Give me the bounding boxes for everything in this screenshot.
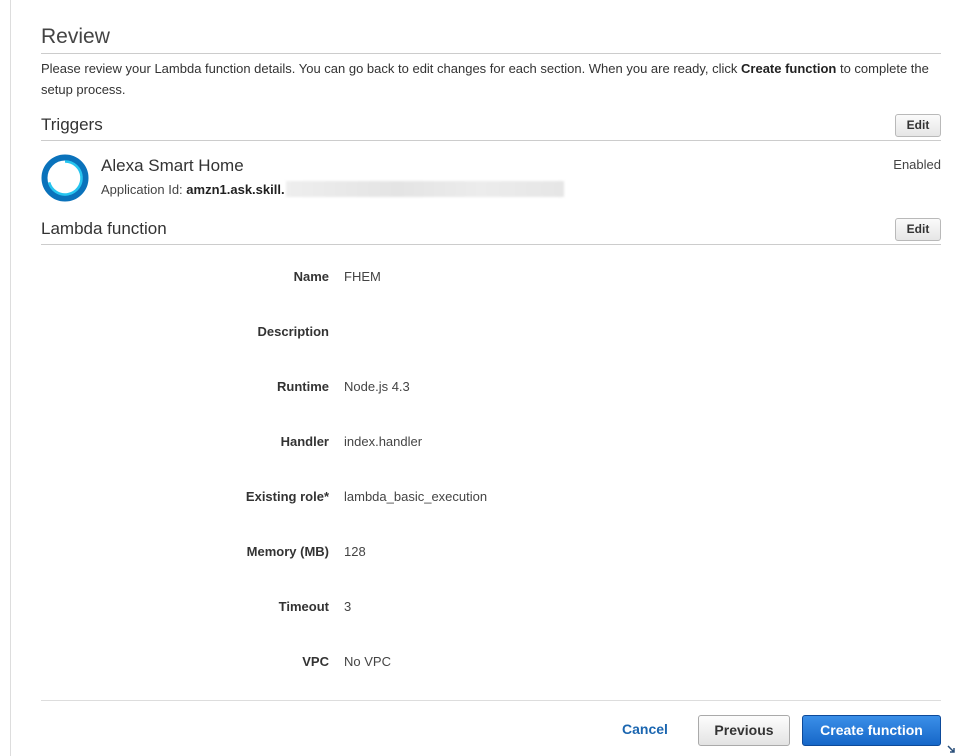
lambda-section-title: Lambda function bbox=[41, 219, 167, 238]
divider bbox=[41, 244, 941, 245]
detail-row-description: Description bbox=[41, 324, 941, 344]
detail-row-vpc: VPC No VPC bbox=[41, 654, 941, 674]
edit-triggers-button[interactable]: Edit bbox=[895, 114, 941, 137]
triggers-section-title: Triggers bbox=[41, 115, 103, 134]
divider bbox=[41, 140, 941, 141]
detail-value: Node.js 4.3 bbox=[344, 379, 410, 394]
trigger-name: Alexa Smart Home bbox=[101, 156, 244, 175]
alexa-ring-outer bbox=[41, 154, 89, 202]
create-function-button[interactable]: Create function bbox=[802, 715, 941, 746]
detail-value: 128 bbox=[344, 544, 366, 559]
detail-label: VPC bbox=[302, 654, 329, 669]
cancel-link[interactable]: Cancel bbox=[622, 721, 668, 737]
detail-value: lambda_basic_execution bbox=[344, 489, 488, 504]
trigger-status: Enabled bbox=[893, 157, 941, 172]
left-border-rule bbox=[10, 0, 11, 756]
alexa-ring-inner bbox=[47, 160, 83, 196]
detail-value: No VPC bbox=[344, 654, 391, 669]
detail-row-timeout: Timeout 3 bbox=[41, 599, 941, 619]
detail-label: Description bbox=[257, 324, 329, 339]
intro-text-bold: Create function bbox=[741, 61, 837, 76]
detail-label: Timeout bbox=[278, 599, 329, 614]
detail-value: index.handler bbox=[344, 434, 423, 449]
detail-label: Handler bbox=[280, 434, 329, 449]
edit-lambda-button[interactable]: Edit bbox=[895, 218, 941, 241]
resize-handle-icon[interactable] bbox=[946, 744, 956, 754]
detail-row-handler: Handler index.handler bbox=[41, 434, 941, 454]
detail-row-memory: Memory (MB) 128 bbox=[41, 544, 941, 564]
app-id-value: amzn1.ask.skill. bbox=[186, 182, 285, 197]
detail-row-runtime: Runtime Node.js 4.3 bbox=[41, 379, 941, 399]
redacted-app-id bbox=[285, 181, 564, 197]
detail-value: FHEM bbox=[344, 269, 381, 284]
divider bbox=[41, 700, 941, 701]
detail-value: 3 bbox=[344, 599, 352, 614]
previous-button[interactable]: Previous bbox=[698, 715, 790, 746]
intro-text-start: Please review your Lambda function detai… bbox=[41, 61, 742, 76]
alexa-ring-icon bbox=[41, 154, 89, 202]
divider bbox=[41, 53, 941, 54]
detail-label: Name bbox=[293, 269, 329, 284]
detail-row-name: Name FHEM bbox=[41, 269, 941, 289]
app-id-label: Application Id: bbox=[101, 182, 187, 197]
review-title: Review bbox=[41, 25, 110, 48]
detail-label: Existing role* bbox=[245, 489, 329, 504]
trigger-app-id: Application Id: amzn1.ask.skill. bbox=[101, 181, 564, 197]
detail-label: Runtime bbox=[277, 379, 329, 394]
lambda-details-table: Name FHEM Description Runtime Node.js 4.… bbox=[41, 249, 941, 700]
review-intro-text: Please review your Lambda function detai… bbox=[41, 58, 941, 100]
detail-row-existing-role: Existing role* lambda_basic_execution bbox=[41, 489, 941, 509]
detail-label: Memory (MB) bbox=[246, 544, 329, 559]
